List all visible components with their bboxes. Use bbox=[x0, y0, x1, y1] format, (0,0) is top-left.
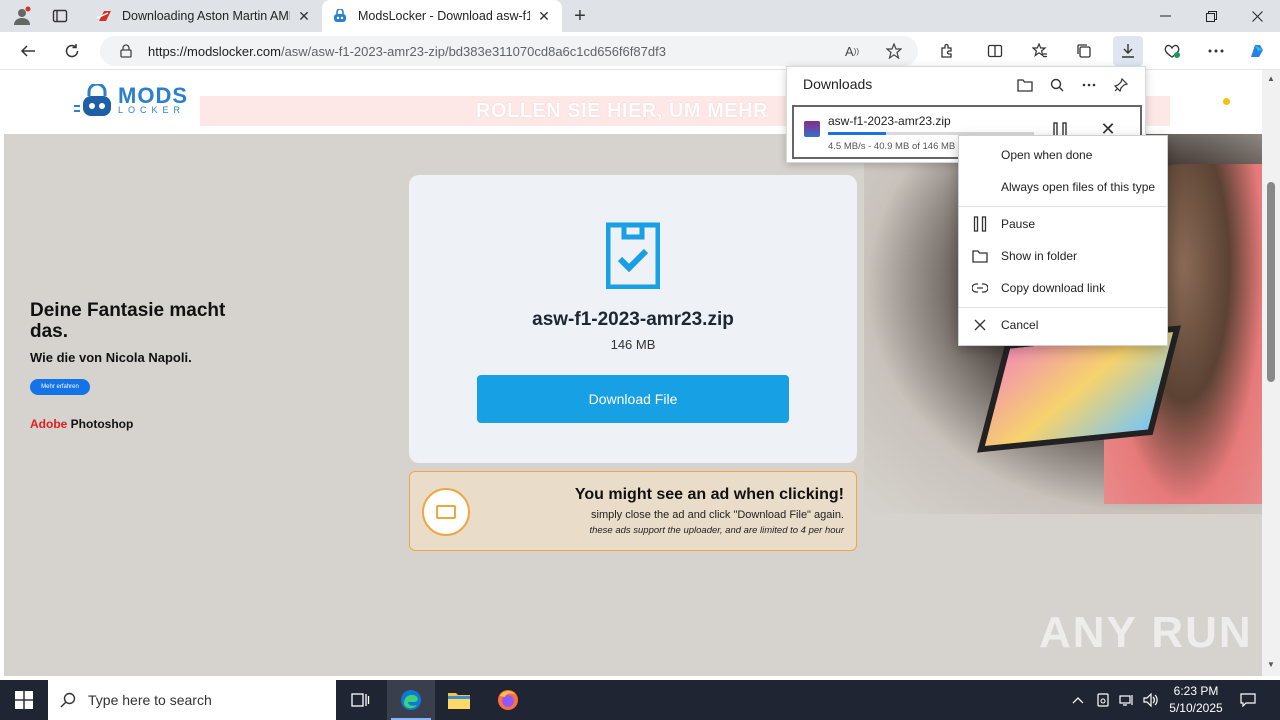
ad-window-icon bbox=[422, 488, 470, 536]
notifications-icon[interactable] bbox=[1234, 680, 1262, 720]
browser-essentials-icon[interactable] bbox=[1157, 36, 1187, 66]
navigation-bar: https://modslocker.com/asw/asw-f1-2023-a… bbox=[0, 32, 1280, 70]
modslocker-logo[interactable]: MODS LOCKER bbox=[74, 84, 188, 118]
back-button[interactable] bbox=[13, 36, 43, 66]
download-context-menu: Open when done Always open files of this… bbox=[958, 135, 1168, 346]
download-file-name: asw-f1-2023-amr23.zip bbox=[828, 114, 951, 128]
open-folder-icon[interactable] bbox=[1013, 73, 1037, 97]
url-text[interactable]: https://modslocker.com/asw/asw-f1-2023-a… bbox=[148, 44, 666, 59]
close-icon bbox=[959, 319, 1001, 331]
clock-time: 6:23 PM bbox=[1173, 684, 1219, 698]
logo-subtext: LOCKER bbox=[118, 105, 186, 115]
network-icon[interactable] bbox=[1116, 680, 1138, 720]
menu-item-pause[interactable]: Pause bbox=[959, 210, 1167, 238]
tab-label: Downloading Aston Martin AMR bbox=[122, 9, 290, 23]
ad-brand: Adobe Photoshop bbox=[30, 417, 134, 431]
clock-date: 5/10/2025 bbox=[1169, 701, 1223, 715]
file-explorer-icon[interactable] bbox=[435, 680, 483, 720]
tab-strip: Downloading Aston Martin AMR ✕ ModsLocke… bbox=[0, 0, 1280, 32]
read-aloud-icon[interactable]: A)) bbox=[840, 39, 864, 63]
notice-footnote: these ads support the uploader, and are … bbox=[589, 525, 844, 536]
menu-item-copy-link[interactable]: Copy download link bbox=[959, 274, 1167, 302]
ad-dot bbox=[1223, 98, 1230, 105]
scroll-up-arrow[interactable]: ▲ bbox=[1266, 74, 1276, 83]
menu-item-show-in-folder[interactable]: Show in folder bbox=[959, 242, 1167, 270]
restore-button[interactable] bbox=[1188, 0, 1234, 32]
lock-icon[interactable] bbox=[118, 43, 134, 59]
menu-item-open-when-done[interactable]: Open when done bbox=[959, 141, 1167, 169]
notice-subtitle: simply close the ad and click "Download … bbox=[591, 509, 844, 521]
tab-close-icon[interactable]: ✕ bbox=[296, 8, 312, 24]
logo-text: MODS bbox=[118, 83, 188, 108]
downloads-icon[interactable] bbox=[1113, 36, 1143, 66]
file-size: 146 MB bbox=[610, 337, 656, 352]
show-hidden-icons[interactable] bbox=[1068, 680, 1088, 720]
anyrun-watermark: ANY RUN bbox=[1039, 608, 1253, 657]
scrollbar-thumb[interactable] bbox=[1267, 182, 1275, 382]
taskbar-search-box[interactable]: Type here to search bbox=[48, 680, 336, 720]
link-icon bbox=[959, 283, 1001, 293]
download-status: 4.5 MB/s - 40.9 MB of 146 MB bbox=[828, 141, 956, 152]
search-placeholder: Type here to search bbox=[88, 692, 212, 708]
favorites-icon[interactable] bbox=[1025, 36, 1055, 66]
downloads-title: Downloads bbox=[803, 76, 873, 92]
more-options-icon[interactable] bbox=[1201, 36, 1231, 66]
more-options-icon[interactable] bbox=[1077, 73, 1101, 97]
left-advertisement[interactable]: Deine Fantasie macht das. Wie die von Ni… bbox=[30, 300, 230, 431]
notice-title: You might see an ad when clicking! bbox=[574, 486, 844, 503]
new-tab-button[interactable]: + bbox=[568, 4, 592, 28]
logo-robot-icon bbox=[74, 84, 111, 116]
volume-icon[interactable] bbox=[1140, 680, 1162, 720]
pin-icon[interactable] bbox=[1109, 73, 1133, 97]
ad-headline: Deine Fantasie macht das. bbox=[30, 300, 226, 342]
copilot-icon[interactable] bbox=[1242, 36, 1272, 66]
file-card: asw-f1-2023-amr23.zip 146 MB Download Fi… bbox=[409, 175, 857, 463]
address-bar[interactable]: https://modslocker.com/asw/asw-f1-2023-a… bbox=[100, 36, 918, 66]
scroll-down-arrow[interactable]: ▼ bbox=[1266, 660, 1276, 669]
tab-actions-icon[interactable] bbox=[44, 4, 76, 28]
firefox-icon[interactable] bbox=[484, 680, 532, 720]
file-name: asw-f1-2023-amr23.zip bbox=[532, 309, 734, 330]
extensions-icon[interactable] bbox=[932, 36, 962, 66]
menu-divider bbox=[959, 307, 1167, 308]
profile-icon[interactable] bbox=[8, 4, 36, 28]
modslocker-icon bbox=[332, 8, 348, 24]
vertical-scrollbar[interactable]: ▲ ▼ bbox=[1262, 70, 1280, 676]
task-view-icon[interactable] bbox=[336, 680, 384, 720]
archive-file-icon bbox=[804, 121, 820, 137]
clipboard-check-icon bbox=[606, 222, 660, 289]
folder-icon bbox=[959, 249, 1001, 263]
collections-icon[interactable] bbox=[1069, 36, 1099, 66]
tab-aston-martin[interactable]: Downloading Aston Martin AMR ✕ bbox=[86, 0, 322, 32]
tab-close-icon[interactable]: ✕ bbox=[536, 8, 552, 24]
racing-logo-icon bbox=[96, 8, 112, 24]
menu-divider bbox=[959, 206, 1167, 207]
tab-modslocker[interactable]: ModsLocker - Download asw-f1- ✕ bbox=[322, 0, 562, 32]
windows-start-icon[interactable] bbox=[0, 680, 48, 720]
search-icon[interactable] bbox=[1045, 73, 1069, 97]
ad-subline: Wie die von Nicola Napoli. bbox=[30, 350, 192, 365]
menu-item-cancel[interactable]: Cancel bbox=[959, 311, 1167, 339]
ad-learn-more-button[interactable]: Mehr erfahren bbox=[30, 379, 90, 395]
taskbar: Type here to search 6:23 PM 5/10/2025 bbox=[0, 680, 1280, 720]
download-file-button[interactable]: Download File bbox=[477, 375, 789, 423]
ad-notice: You might see an ad when clicking! simpl… bbox=[409, 471, 857, 551]
refresh-button[interactable] bbox=[57, 36, 87, 66]
tab-label: ModsLocker - Download asw-f1- bbox=[358, 9, 530, 23]
close-window-button[interactable] bbox=[1234, 0, 1280, 32]
edge-taskbar-icon[interactable] bbox=[387, 680, 435, 720]
split-screen-icon[interactable] bbox=[980, 36, 1010, 66]
favorite-star-icon[interactable] bbox=[882, 39, 906, 63]
pause-icon bbox=[959, 216, 1001, 232]
system-clock[interactable]: 6:23 PM 5/10/2025 bbox=[1164, 683, 1228, 717]
search-icon bbox=[48, 692, 88, 708]
device-icon[interactable] bbox=[1093, 680, 1113, 720]
menu-item-always-open[interactable]: Always open files of this type bbox=[959, 173, 1167, 201]
minimize-button[interactable] bbox=[1142, 0, 1188, 32]
